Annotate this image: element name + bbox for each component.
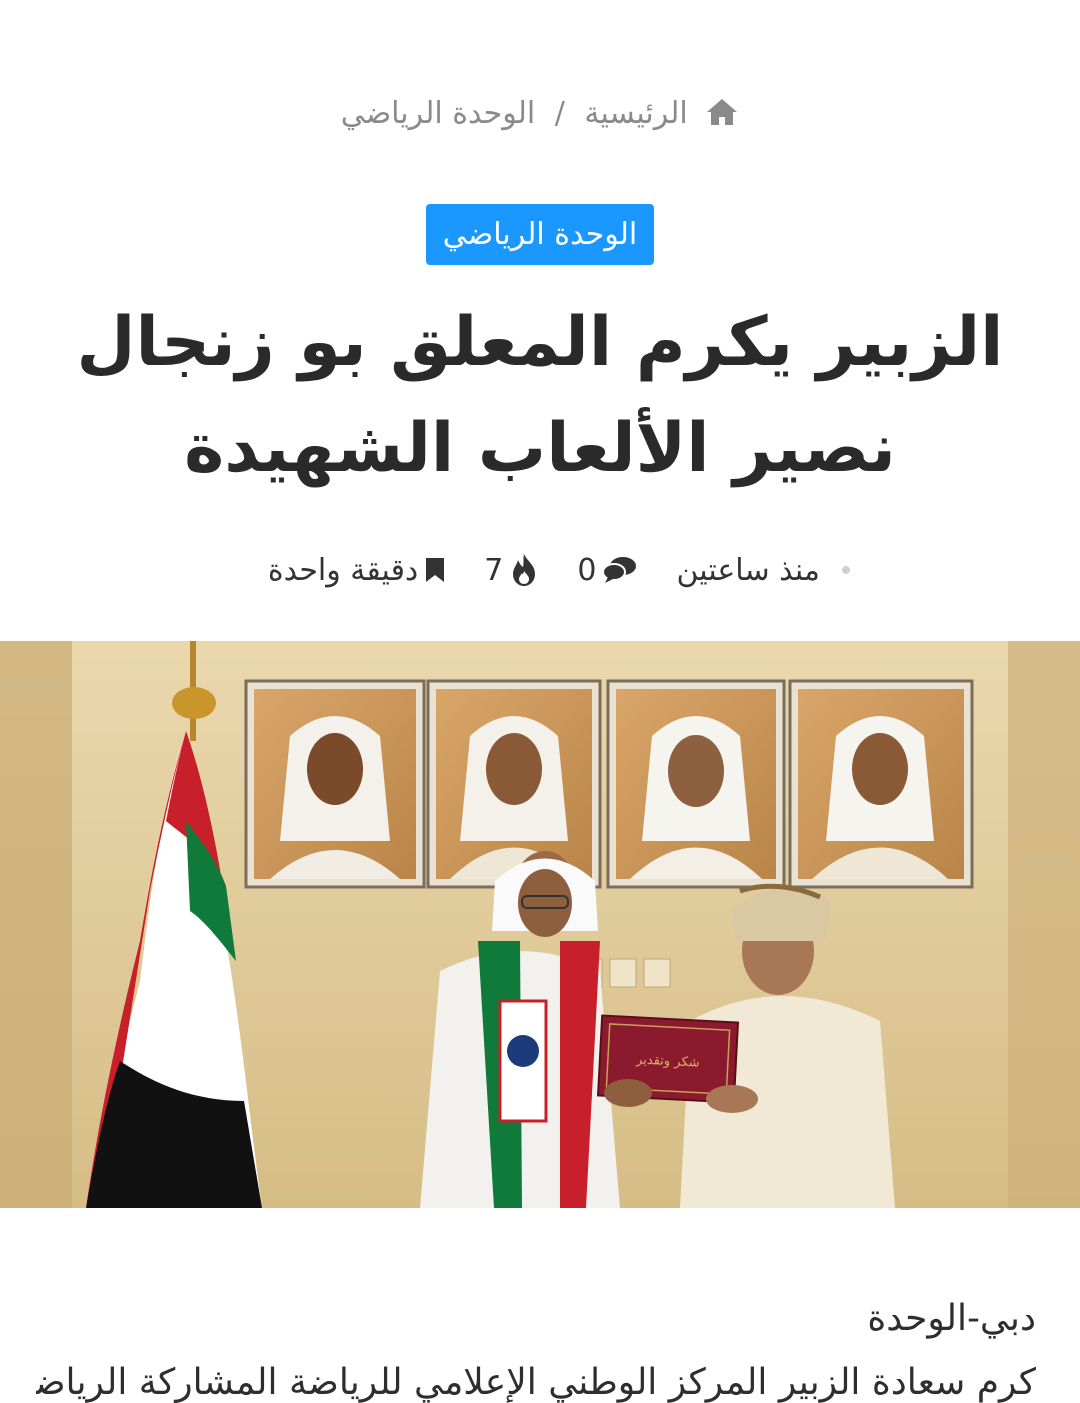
fire-icon <box>513 554 536 586</box>
article-dateline: دبي-الوحدة <box>867 1298 1036 1339</box>
breadcrumb-current-link[interactable]: الوحدة الرياضي <box>341 96 536 131</box>
meta-views: 7 <box>484 553 539 588</box>
meta-read-time-label: دقيقة واحدة <box>267 552 419 588</box>
breadcrumb: الرئيسية / الوحدة الرياضي <box>0 96 1080 131</box>
meta-views-count: 7 <box>484 552 504 588</box>
meta-read-time: دقيقة واحدة <box>268 553 446 588</box>
article-title-line2: نصير الألعاب الشهيدة <box>184 409 896 488</box>
breadcrumb-home-link[interactable]: الرئيسية <box>584 96 687 131</box>
meta-comments-count: 0 <box>577 552 597 588</box>
comments-icon <box>602 557 637 583</box>
article-title-line1: الزبير يكرم المعلق بو زنجال <box>76 303 1004 382</box>
article-meta: منذ ساعتين 0 7 دقيقة واحدة <box>200 548 850 592</box>
hero-photo: شكر وتقدير <box>0 641 1080 1208</box>
hero-image: شكر وتقدير <box>0 641 1080 1208</box>
meta-time: منذ ساعتين <box>676 553 820 588</box>
breadcrumb-separator: / <box>554 96 565 131</box>
article-body-first-line: كرم سعادة الزبير المركز الوطني الإعلامي … <box>36 1362 1036 1403</box>
portrait-frames <box>244 679 974 889</box>
article-title: الزبير يكرم المعلق بو زنجال نصير الألعاب… <box>60 290 1020 502</box>
category-badge[interactable]: الوحدة الرياضي <box>426 204 654 265</box>
meta-time-label: منذ ساعتين <box>676 552 820 588</box>
meta-dot <box>842 566 850 574</box>
home-icon <box>707 99 738 125</box>
meta-comments[interactable]: 0 <box>577 553 638 588</box>
bookmark-icon <box>426 558 445 582</box>
